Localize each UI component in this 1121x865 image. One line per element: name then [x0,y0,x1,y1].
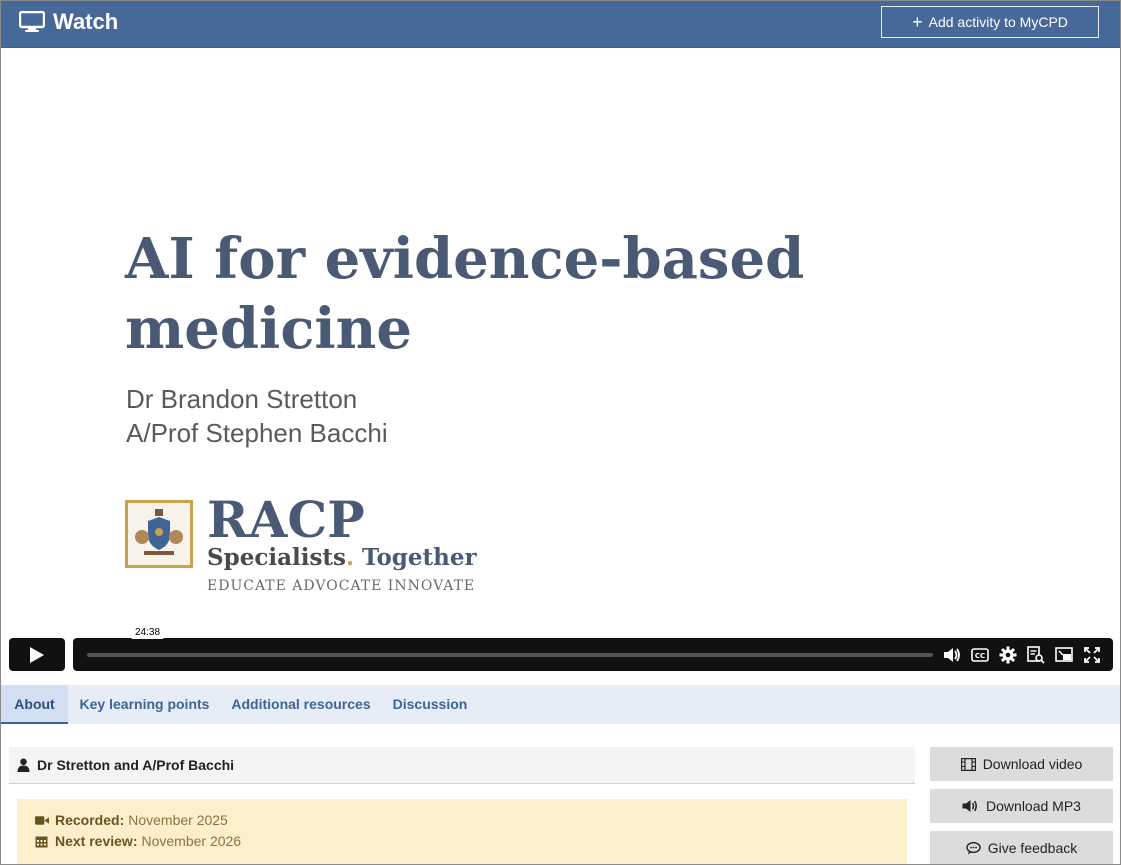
picture-in-picture-icon[interactable] [1054,645,1074,665]
control-bar: 24:38 CC [73,626,1113,671]
slide-title-line1: AI for evidence-based [125,226,805,292]
give-feedback-label: Give feedback [987,840,1078,856]
settings-gear-icon[interactable] [998,645,1018,665]
download-mp3-label: Download MP3 [986,798,1081,814]
transcript-search-icon[interactable] [1026,645,1046,665]
add-activity-button[interactable]: + Add activity to MyCPD [881,6,1099,38]
download-video-label: Download video [982,756,1083,772]
recorded-value: November 2025 [128,812,228,828]
video-area[interactable]: AI for evidence-based medicine Dr Brando… [1,48,1120,638]
next-review-value: November 2026 [141,833,242,849]
header-bar: Watch + Add activity to MyCPD [1,1,1120,48]
progress-track[interactable] [87,653,933,657]
crest-icon [125,500,193,568]
user-icon [17,758,30,772]
logo-racp-text: RACP [207,490,365,549]
speaker-icon [962,799,979,813]
comment-icon [966,841,981,855]
svg-text:CC: CC [975,652,985,660]
fullscreen-icon[interactable] [1082,645,1102,665]
next-review-row: Next review: November 2026 [35,833,241,849]
page-frame: Watch + Add activity to MyCPD AI for evi… [0,0,1121,865]
tab-about[interactable]: About [1,685,68,724]
video-player-controls: 24:38 CC [9,626,1113,671]
film-icon [960,757,976,771]
page-title-text: Watch [53,9,119,34]
download-mp3-button[interactable]: Download MP3 [930,789,1113,823]
logo-tagline: Specialists. Together [207,544,477,571]
tab-key-learning-points[interactable]: Key learning points [75,685,214,724]
slide-title-line2: medicine [125,296,413,362]
logo-tag-specialists: Specialists [207,544,346,571]
slide-author-2: A/Prof Stephen Bacchi [126,418,388,448]
captions-icon[interactable]: CC [970,645,990,665]
slide-author-1: Dr Brandon Stretton [126,384,358,414]
time-tooltip: 24:38 [131,626,165,639]
video-camera-icon [35,815,49,826]
recorded-row: Recorded: November 2025 [35,812,228,828]
tab-additional-resources[interactable]: Additional resources [227,685,375,724]
monitor-icon [19,11,45,33]
tab-discussion[interactable]: Discussion [389,685,471,724]
plus-icon: + [912,12,923,32]
page-title: Watch [19,9,118,35]
volume-icon[interactable] [942,645,962,665]
slide-title: AI for evidence-based medicine [125,224,804,364]
presenter-row: Dr Stretton and A/Prof Bacchi [9,747,915,784]
tab-bar: About Key learning points Additional res… [1,685,1120,724]
download-video-button[interactable]: Download video [930,747,1113,781]
calendar-icon [35,835,49,848]
logo-tag-dot: . [345,544,354,571]
logo-subtitle: EDUCATE ADVOCATE INNOVATE [207,578,476,594]
presenter-name: Dr Stretton and A/Prof Bacchi [37,757,235,773]
play-button[interactable] [9,638,65,671]
give-feedback-button[interactable]: Give feedback [930,831,1113,864]
recording-info-box: Recorded: November 2025 Next review: Nov… [17,799,907,864]
logo-tag-together: Together [353,544,477,571]
next-review-label: Next review: [55,833,138,849]
play-icon [30,646,44,663]
slide-authors: Dr Brandon Stretton A/Prof Stephen Bacch… [126,382,388,450]
add-activity-label: Add activity to MyCPD [928,14,1068,30]
recorded-label: Recorded: [55,812,125,828]
